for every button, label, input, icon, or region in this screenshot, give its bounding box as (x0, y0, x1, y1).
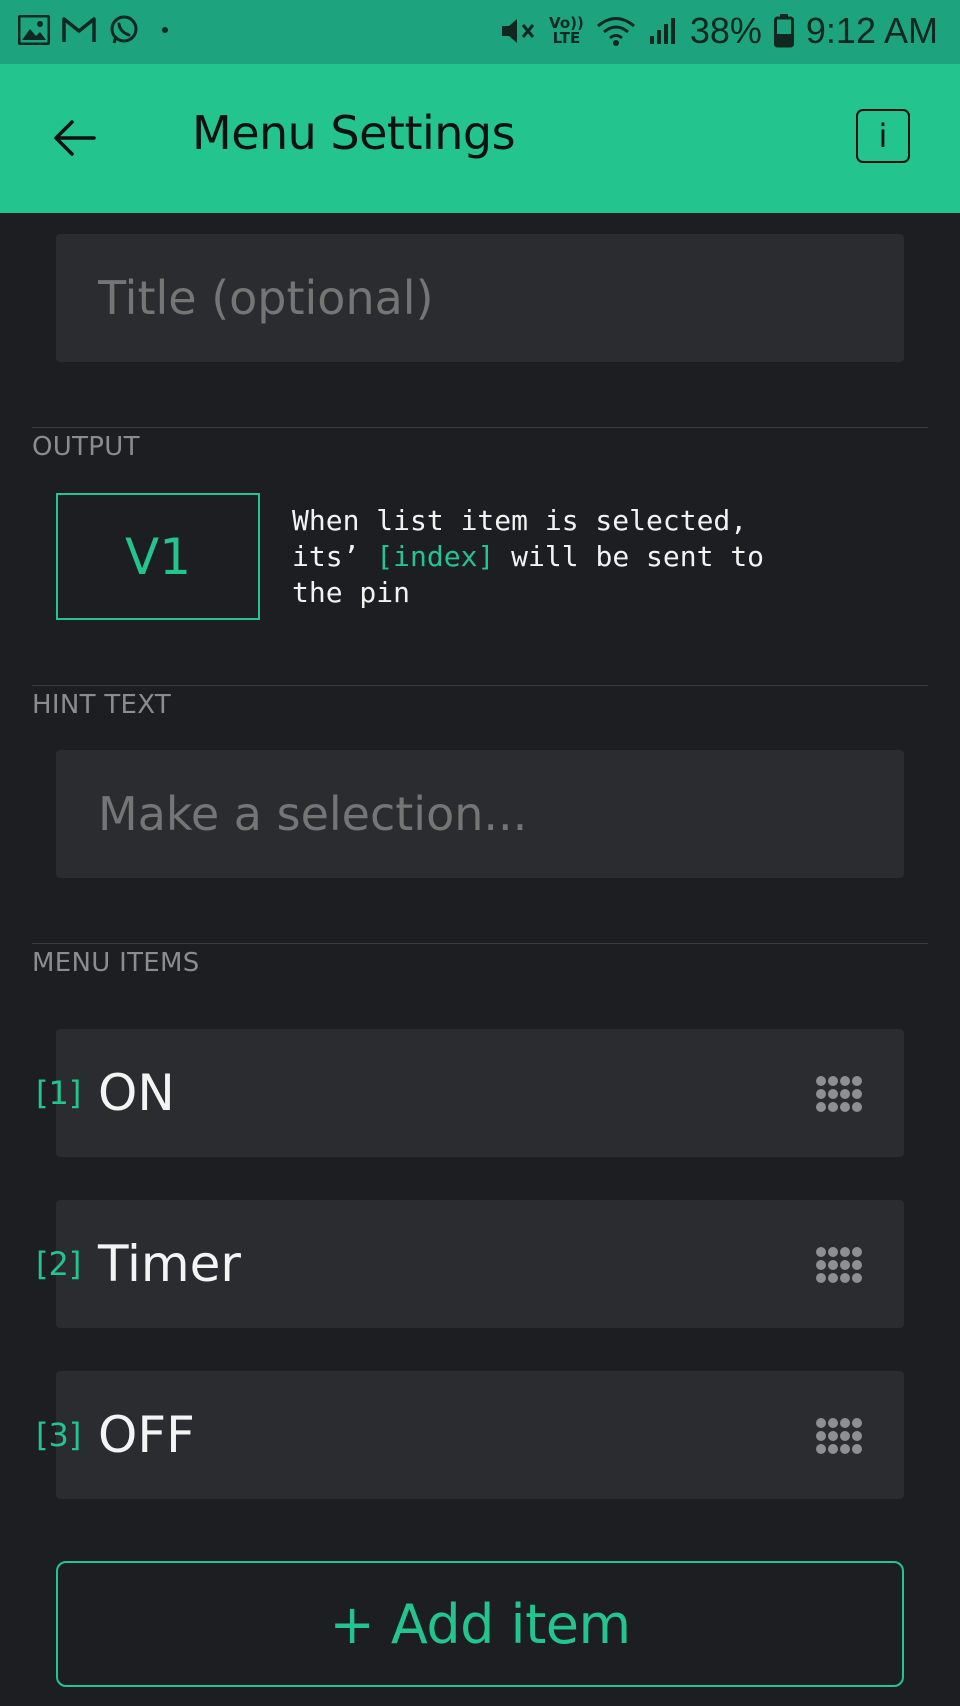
volte-bottom-text: LTE (552, 29, 581, 47)
info-icon: i (878, 117, 888, 155)
add-item-button[interactable]: + Add item (56, 1561, 904, 1687)
menu-item-label[interactable]: ON (98, 1029, 175, 1157)
page-title: Menu Settings (192, 106, 516, 160)
hint-field[interactable] (56, 750, 904, 878)
drag-handle-icon[interactable] (816, 1070, 862, 1116)
title-input[interactable] (98, 234, 858, 362)
menu-item[interactable]: ON (56, 1029, 904, 1157)
mute-vibrate-icon (502, 19, 535, 43)
hint-section-label: HINT TEXT (32, 690, 172, 720)
output-desc-highlight: [index] (376, 540, 495, 573)
menu-item[interactable]: Timer (56, 1200, 904, 1328)
output-description: When list item is selected, its’ [index]… (292, 503, 932, 611)
gallery-icon (18, 15, 50, 45)
battery-icon (773, 14, 794, 48)
divider (32, 943, 928, 944)
clock: 9:12 AM (805, 10, 938, 51)
output-pin-button[interactable]: V1 (56, 493, 260, 620)
menu-items-section-label: MENU ITEMS (32, 948, 200, 978)
back-button[interactable] (52, 116, 96, 160)
wifi-icon (596, 17, 635, 46)
output-pin-value: V1 (124, 527, 191, 586)
drag-handle-icon[interactable] (816, 1241, 862, 1287)
gmail-icon (62, 17, 96, 42)
menu-item-label[interactable]: OFF (98, 1371, 195, 1499)
menu-item-index: [2] (36, 1245, 82, 1283)
notification-icons (18, 14, 168, 46)
app-bar: Menu Settings i (0, 64, 960, 213)
system-status: Vo)) LTE 38% 9:12 AM (499, 10, 938, 52)
status-bar: Vo)) LTE 38% 9:12 AM (0, 0, 960, 64)
whatsapp-icon (110, 15, 138, 44)
hint-input[interactable] (98, 750, 858, 878)
signal-icon (649, 18, 675, 44)
volte-indicator: Vo)) LTE (549, 16, 584, 46)
battery-percent: 38% (689, 10, 762, 51)
back-arrow-icon (54, 120, 96, 156)
drag-handle-icon[interactable] (816, 1412, 862, 1458)
menu-item-index: [1] (36, 1074, 82, 1112)
add-item-label: + Add item (329, 1592, 631, 1656)
dot-icon (162, 27, 168, 33)
divider (32, 427, 928, 428)
info-button[interactable]: i (856, 109, 910, 163)
divider (32, 685, 928, 686)
menu-item-label[interactable]: Timer (98, 1200, 241, 1328)
menu-item[interactable]: OFF (56, 1371, 904, 1499)
output-section-label: OUTPUT (32, 432, 140, 462)
title-field[interactable] (56, 234, 904, 362)
menu-item-index: [3] (36, 1416, 82, 1454)
